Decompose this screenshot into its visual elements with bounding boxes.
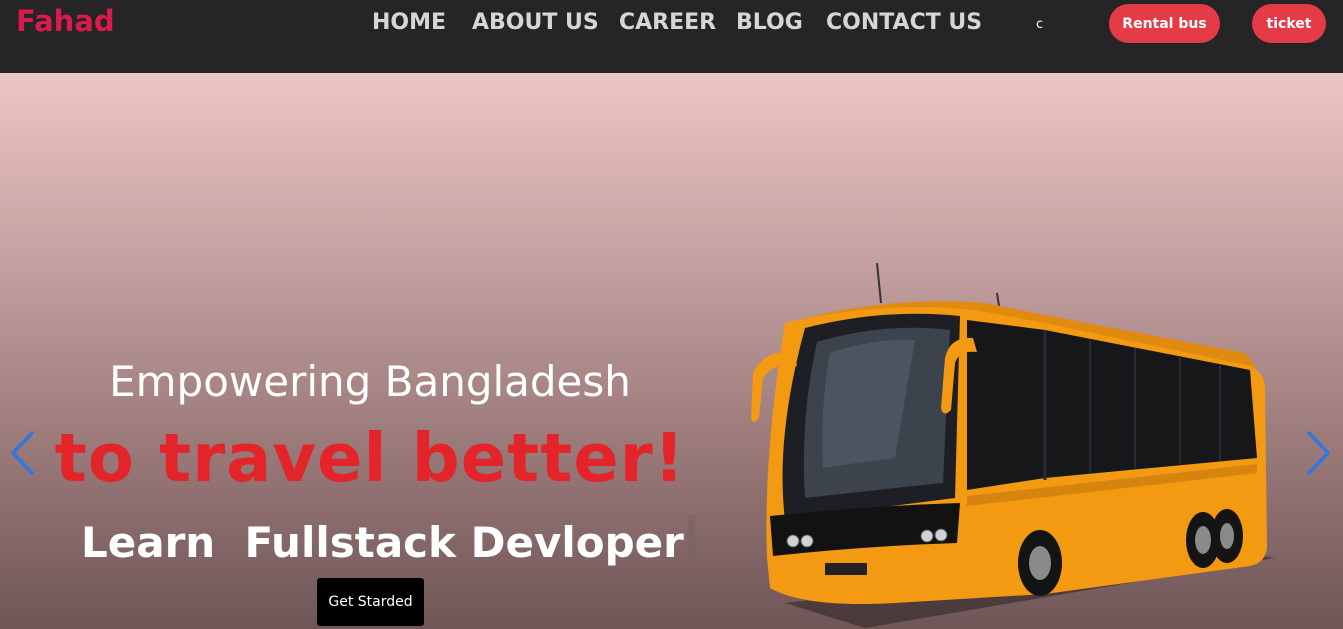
typing-caret bbox=[687, 515, 695, 563]
hero-typing-label: Learn Fullstack Devloper bbox=[81, 518, 684, 567]
hero-tagline: to travel better! bbox=[54, 419, 686, 497]
nav-extra-text: c bbox=[1036, 17, 1044, 32]
brand-logo[interactable]: Fahad bbox=[16, 4, 115, 38]
hero-carousel: Empowering Bangladesh to travel better! … bbox=[0, 73, 1343, 629]
coach-bus-image bbox=[751, 262, 1275, 628]
hero-heading: Empowering Bangladesh bbox=[109, 357, 631, 406]
nav-link-contact-us[interactable]: CONTACT US bbox=[826, 10, 982, 35]
chevron-right-icon[interactable] bbox=[1303, 429, 1337, 477]
rental-bus-button[interactable]: Rental bus bbox=[1109, 4, 1220, 43]
get-started-button[interactable]: Get Starded bbox=[317, 578, 424, 626]
nav-link-career[interactable]: CAREER bbox=[619, 10, 716, 35]
nav-link-blog[interactable]: BLOG bbox=[736, 10, 803, 35]
navbar: Fahad HOME ABOUT US CAREER BLOG CONTACT … bbox=[0, 0, 1343, 73]
ticket-button[interactable]: ticket bbox=[1252, 4, 1326, 43]
nav-link-about-us[interactable]: ABOUT US bbox=[472, 10, 599, 35]
hero-typing-text: Learn Fullstack Devloper bbox=[81, 515, 695, 567]
nav-link-home[interactable]: HOME bbox=[372, 10, 446, 35]
